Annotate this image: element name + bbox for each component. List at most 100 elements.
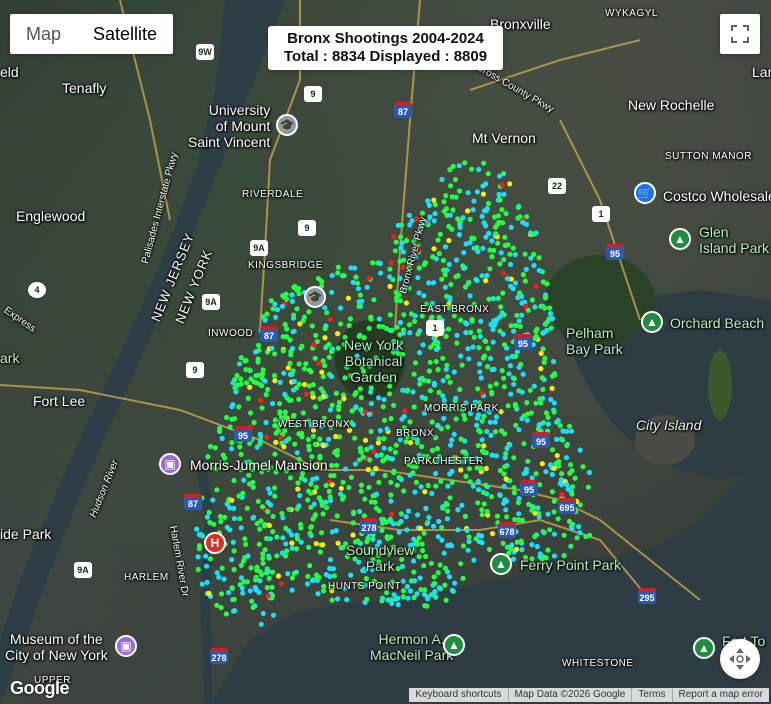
hospital-icon[interactable]: H (204, 532, 226, 554)
heat-point (270, 306, 276, 312)
heat-point (308, 490, 314, 496)
heat-point (460, 575, 466, 581)
heat-point (531, 251, 537, 257)
park-icon[interactable]: ▲ (693, 637, 715, 659)
heat-point (569, 468, 575, 474)
heat-point (277, 409, 283, 415)
heat-point (554, 436, 560, 442)
heat-point (324, 505, 330, 511)
heat-point (434, 446, 440, 452)
heat-point (489, 366, 495, 373)
heat-point (271, 373, 278, 379)
heat-point (447, 212, 453, 218)
heat-point (387, 266, 393, 272)
shopping-icon[interactable]: 🛒 (634, 182, 656, 204)
park-icon[interactable]: ▲ (669, 228, 691, 250)
heat-point (427, 388, 433, 394)
fullscreen-button[interactable] (720, 14, 760, 54)
heat-point (289, 298, 295, 304)
heat-point (398, 476, 404, 483)
heat-point (485, 364, 491, 370)
heat-point (312, 512, 319, 518)
camera-control-button[interactable] (720, 639, 760, 679)
terms-link[interactable]: Terms (631, 688, 671, 702)
park-icon[interactable]: ▲ (490, 553, 512, 575)
heat-point (300, 318, 306, 324)
heat-point (366, 325, 372, 331)
satellite-map[interactable]: WYKAGYL Bronxville Tenafly eld Lar New R… (0, 0, 771, 704)
heat-point (320, 374, 326, 380)
museum-icon[interactable]: ▣ (115, 635, 137, 657)
map-type-map-button[interactable]: Map (10, 14, 77, 54)
heat-point (352, 435, 358, 441)
heat-point (442, 244, 449, 250)
heat-point (286, 436, 292, 442)
heat-point (457, 218, 463, 224)
heat-point (380, 404, 386, 410)
heat-point (306, 544, 312, 551)
heat-point (362, 437, 369, 443)
island (708, 350, 732, 420)
heat-point (500, 171, 507, 177)
heat-point (527, 387, 534, 393)
heat-point (262, 317, 268, 323)
heat-point (265, 386, 271, 393)
route-shield: 9A (202, 294, 220, 310)
museum-icon[interactable]: ▣ (159, 453, 181, 475)
heat-point (320, 542, 326, 548)
school-icon[interactable]: 🎓 (304, 286, 326, 308)
heat-point (513, 546, 520, 552)
label-nybg: New York Botanical Garden (344, 337, 404, 385)
map-type-satellite-button[interactable]: Satellite (77, 14, 173, 54)
heat-point (561, 532, 567, 538)
heat-point (564, 443, 570, 449)
heat-point (452, 176, 459, 183)
heat-point (426, 280, 432, 286)
heat-point (475, 386, 481, 392)
beach-icon[interactable]: ▲ (641, 311, 663, 333)
heat-point (368, 385, 374, 391)
heat-point (329, 529, 335, 535)
heat-point (285, 365, 291, 371)
park-icon[interactable]: ▲ (443, 634, 465, 656)
heat-point (475, 249, 481, 255)
heat-point (429, 447, 436, 453)
heat-point (366, 484, 372, 490)
heat-point (525, 458, 531, 464)
heat-point (392, 248, 398, 254)
heat-point (508, 224, 514, 230)
heat-point (493, 231, 499, 237)
heat-point (568, 428, 575, 434)
heat-point (430, 254, 436, 260)
heat-point (376, 316, 382, 322)
heat-point (577, 447, 583, 453)
heat-point (305, 497, 311, 503)
google-logo[interactable]: Google (10, 678, 70, 699)
heat-point (536, 267, 542, 273)
heat-point (273, 439, 279, 445)
heat-point (447, 495, 453, 501)
heat-point (523, 266, 529, 272)
heat-point (266, 575, 272, 582)
heat-point (492, 322, 498, 328)
heat-point (212, 445, 218, 451)
report-error-link[interactable]: Report a map error (671, 688, 769, 702)
keyboard-shortcuts-link[interactable]: Keyboard shortcuts (409, 688, 507, 702)
heat-point (499, 310, 505, 316)
heat-point (437, 562, 443, 568)
heat-point (540, 529, 546, 535)
heat-point (440, 355, 446, 361)
heat-point (294, 506, 300, 512)
heat-point (284, 326, 290, 332)
heat-point (384, 426, 390, 432)
heat-point (379, 527, 385, 534)
heat-point (366, 411, 373, 417)
heat-point (445, 483, 451, 489)
heat-point (469, 166, 475, 172)
heat-point (329, 348, 335, 355)
heat-point (231, 596, 237, 603)
heat-point (431, 523, 437, 529)
school-icon[interactable]: 🎓 (276, 114, 298, 136)
heat-point (387, 391, 393, 397)
heat-point (431, 380, 437, 386)
